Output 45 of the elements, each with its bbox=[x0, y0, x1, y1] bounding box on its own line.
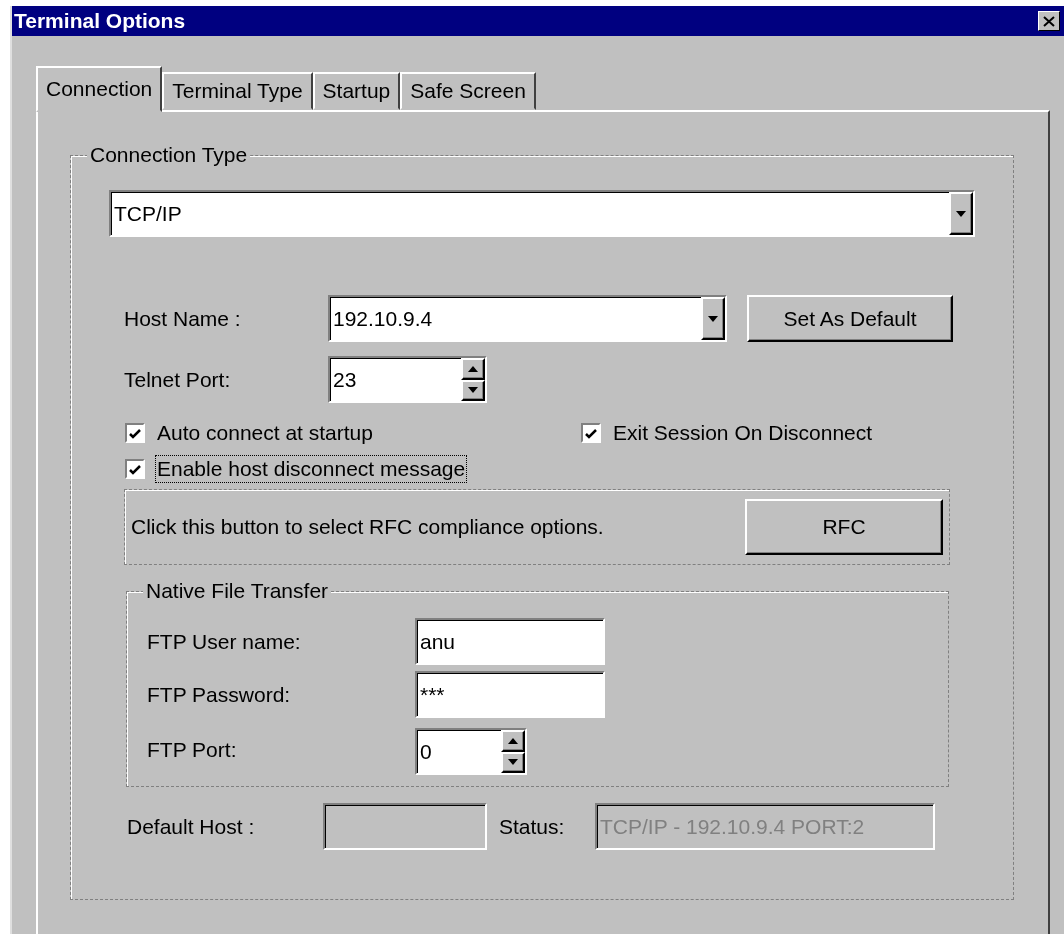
up-caret-icon bbox=[468, 365, 478, 372]
status-field: TCP/IP - 192.10.9.4 PORT:2 bbox=[595, 803, 935, 850]
spin-down-button[interactable] bbox=[501, 751, 525, 773]
checkbox-label: Exit Session On Disconnect bbox=[612, 420, 874, 446]
checkbox[interactable] bbox=[581, 423, 601, 443]
caret-icon bbox=[468, 387, 478, 394]
field-label: Host Name : bbox=[124, 305, 242, 332]
field-label: Telnet Port: bbox=[124, 366, 232, 393]
ftp-port-spinner[interactable]: 0 bbox=[415, 728, 527, 775]
check-icon bbox=[128, 426, 142, 440]
telnet-port-spinner[interactable]: 23 bbox=[328, 356, 487, 403]
connection-type-dropdown[interactable]: TCP/IP bbox=[109, 190, 975, 237]
rfc-button[interactable]: RFC bbox=[745, 499, 943, 555]
checkbox[interactable] bbox=[125, 423, 145, 443]
checkbox-label: Enable host disconnect message bbox=[155, 455, 468, 483]
field-label: Status: bbox=[498, 813, 566, 840]
spin-up-button[interactable] bbox=[461, 358, 485, 380]
dropdown-button[interactable] bbox=[949, 192, 973, 235]
rfc-description: Click this button to select RFC compliance options. bbox=[131, 514, 604, 540]
tab[interactable]: Safe Screen bbox=[400, 72, 536, 110]
caret-icon bbox=[508, 759, 518, 766]
spin-up-button[interactable] bbox=[501, 730, 525, 752]
caret-icon bbox=[956, 210, 966, 217]
window-title: Terminal Options bbox=[14, 8, 186, 35]
tab[interactable]: Terminal Type bbox=[162, 72, 313, 110]
check-icon bbox=[128, 462, 142, 476]
close-icon bbox=[1043, 15, 1055, 27]
field-label: Default Host : bbox=[127, 813, 256, 840]
field-label: FTP User name: bbox=[147, 628, 302, 655]
host-name-combo[interactable]: 192.10.9.4 bbox=[328, 295, 727, 342]
set-default-button[interactable]: Set As Default bbox=[747, 295, 953, 342]
field-label: FTP Password: bbox=[147, 681, 292, 708]
text-field[interactable]: anu bbox=[415, 618, 605, 665]
field-label: FTP Port: bbox=[147, 736, 238, 763]
up-caret-icon bbox=[508, 737, 518, 744]
check-icon bbox=[584, 426, 598, 440]
dropdown-button[interactable] bbox=[701, 297, 725, 340]
checkbox[interactable] bbox=[125, 459, 145, 479]
checkbox-label: Auto connect at startup bbox=[156, 420, 374, 446]
spin-down-button[interactable] bbox=[461, 379, 485, 401]
tab[interactable]: Connection bbox=[36, 66, 163, 112]
caret-icon bbox=[708, 315, 718, 322]
close-button[interactable] bbox=[1038, 11, 1060, 31]
text-field[interactable]: *** bbox=[415, 671, 605, 718]
tab[interactable]: Startup bbox=[312, 72, 401, 110]
